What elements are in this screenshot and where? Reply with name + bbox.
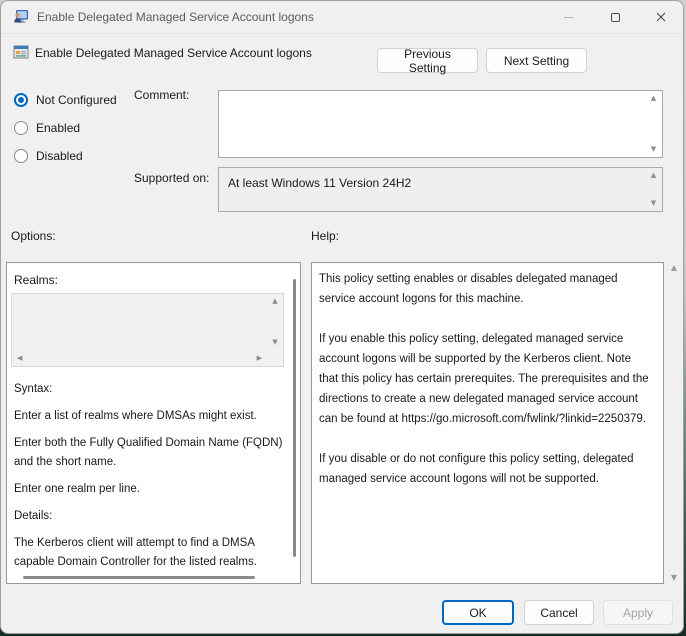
previous-setting-button[interactable]: Previous Setting xyxy=(377,48,478,73)
options-panel: Realms: ▲ ▼ ◀ ▶ Syntax: Enter a list of … xyxy=(6,262,301,584)
realms-horizontal-scrollbar: ◀ ▶ xyxy=(12,350,267,366)
help-paragraph: If you enable this policy setting, deleg… xyxy=(319,329,651,429)
radio-disabled-control[interactable] xyxy=(14,149,28,163)
radio-enabled[interactable]: Enabled xyxy=(14,120,80,136)
minimize-icon xyxy=(564,17,574,18)
radio-not-configured[interactable]: Not Configured xyxy=(14,92,117,108)
supported-on-value: At least Windows 11 Version 24H2 xyxy=(228,176,411,190)
ok-button[interactable]: OK xyxy=(442,600,514,625)
realms-value xyxy=(13,295,266,349)
supported-on-label: Supported on: xyxy=(134,171,209,185)
minimize-button xyxy=(546,1,592,33)
scroll-down-icon[interactable]: ▼ xyxy=(671,574,677,582)
window-title: Enable Delegated Managed Service Account… xyxy=(37,10,314,24)
scroll-right-icon: ▶ xyxy=(257,355,262,362)
options-vertical-scrollbar-thumb[interactable] xyxy=(293,279,296,557)
apply-button: Apply xyxy=(603,600,673,625)
radio-disabled-label: Disabled xyxy=(36,149,83,163)
maximize-button[interactable] xyxy=(592,1,638,33)
scroll-down-icon: ▼ xyxy=(651,200,656,207)
realms-textbox: ▲ ▼ ◀ ▶ xyxy=(11,293,284,367)
options-paragraph: Enter one realm per line. xyxy=(14,480,286,499)
close-icon xyxy=(656,12,666,22)
policy-setting-dialog: Enable Delegated Managed Service Account… xyxy=(0,0,684,634)
radio-enabled-control[interactable] xyxy=(14,121,28,135)
help-description: This policy setting enables or disables … xyxy=(319,269,651,509)
next-setting-button[interactable]: Next Setting xyxy=(486,48,587,73)
scroll-down-icon[interactable]: ▼ xyxy=(651,146,656,153)
comment-textarea[interactable]: ▲ ▼ xyxy=(218,90,663,158)
radio-not-configured-label: Not Configured xyxy=(36,93,117,107)
help-paragraph: If you disable or do not configure this … xyxy=(319,449,651,489)
policy-setting-icon xyxy=(13,44,29,60)
options-paragraph: Enter a list of realms where DMSAs might… xyxy=(14,407,286,426)
help-paragraph: This policy setting enables or disables … xyxy=(319,269,651,309)
scroll-up-icon[interactable]: ▲ xyxy=(671,264,677,272)
options-paragraph: Syntax: xyxy=(14,380,286,399)
title-bar[interactable]: Enable Delegated Managed Service Account… xyxy=(1,1,683,34)
options-description: Syntax: Enter a list of realms where DMS… xyxy=(14,380,286,580)
radio-enabled-label: Enabled xyxy=(36,121,80,135)
scroll-up-icon: ▲ xyxy=(272,298,277,305)
cancel-button[interactable]: Cancel xyxy=(524,600,594,625)
supported-on-field: At least Windows 11 Version 24H2 ▲ ▼ xyxy=(218,167,663,212)
realms-vertical-scrollbar: ▲ ▼ xyxy=(267,294,283,350)
close-button[interactable] xyxy=(638,1,684,33)
comment-scrollbar[interactable]: ▲ ▼ xyxy=(646,92,661,156)
radio-disabled[interactable]: Disabled xyxy=(14,148,83,164)
maximize-icon xyxy=(611,13,620,22)
group-policy-window-icon xyxy=(13,9,29,25)
scroll-down-icon: ▼ xyxy=(272,339,277,346)
radio-not-configured-control[interactable] xyxy=(14,93,28,107)
scroll-up-icon: ▲ xyxy=(651,172,656,179)
policy-name-heading: Enable Delegated Managed Service Account… xyxy=(35,46,312,60)
scroll-left-icon: ◀ xyxy=(17,355,22,362)
help-section-label: Help: xyxy=(311,229,339,243)
scroll-up-icon[interactable]: ▲ xyxy=(651,95,656,102)
options-section-label: Options: xyxy=(11,229,56,243)
options-horizontal-scrollbar-thumb[interactable] xyxy=(23,576,255,579)
comment-label: Comment: xyxy=(134,88,189,102)
realms-label: Realms: xyxy=(14,273,58,287)
options-paragraph: Details: xyxy=(14,507,286,526)
help-scrollbar[interactable]: ▲ ▼ xyxy=(666,264,682,582)
options-paragraph: The Kerberos client will attempt to find… xyxy=(14,534,286,572)
options-paragraph: Enter both the Fully Qualified Domain Na… xyxy=(14,434,286,472)
help-panel: This policy setting enables or disables … xyxy=(311,262,664,584)
supported-scrollbar: ▲ ▼ xyxy=(646,169,661,210)
